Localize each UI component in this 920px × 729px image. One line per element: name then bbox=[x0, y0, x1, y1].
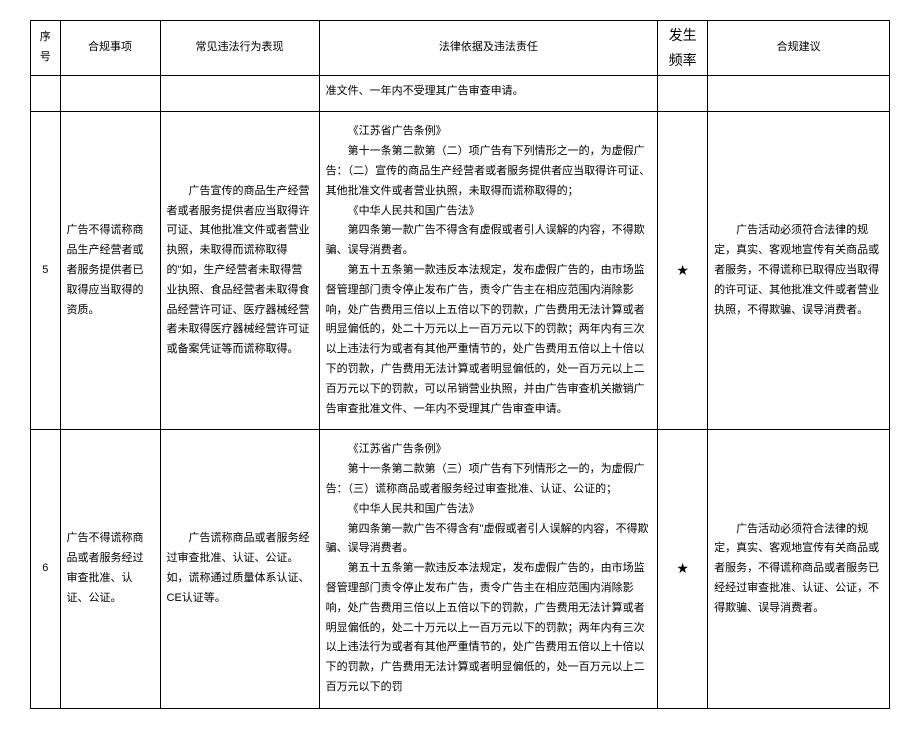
header-advice: 合规建议 bbox=[708, 21, 890, 76]
cont-legal: 准文件、一年内不受理其广告审查申请。 bbox=[319, 76, 658, 112]
legal-p3: 《中华人民共和国广告法》 bbox=[326, 202, 652, 222]
table-row: 6 广告不得谎称商品或者服务经过审查批准、认证、公证。 广告谎称商品或者服务经过… bbox=[31, 430, 890, 708]
legal-p1: 《江苏省广告条例》 bbox=[326, 122, 652, 142]
row-advice: 广告活动必须符合法律的规定，真实、客观地宣传有关商品或者服务，不得谎称已取得应当… bbox=[708, 112, 890, 430]
legal-p2: 第十一条第二款第（二）项广告有下列情形之一的，为虚假广告：（二）宣传的商品生产经… bbox=[326, 142, 652, 201]
header-freq: 发生频率 bbox=[658, 21, 708, 76]
row-behavior: 广告谎称商品或者服务经过审查批准、认证、公证。如，谎称通过质量体系认证、CE认证… bbox=[160, 430, 319, 708]
legal-p4: 第四条第一款广告不得含有"虚假或者引人误解的内容，不得欺骗、误导消费者。 bbox=[326, 520, 652, 560]
row-legal: 《江苏省广告条例》 第十一条第二款第（二）项广告有下列情形之一的，为虚假广告：（… bbox=[319, 112, 658, 430]
row-behavior: 广告宣传的商品生产经营者或者服务提供者应当取得许可证、其他批准文件或者营业执照，… bbox=[160, 112, 319, 430]
cont-seq bbox=[31, 76, 61, 112]
row-freq: ★ bbox=[658, 430, 708, 708]
header-behavior: 常见违法行为表现 bbox=[160, 21, 319, 76]
table-row: 5 广告不得谎称商品生产经营者或者服务提供者已取得应当取得的资质。 广告宣传的商… bbox=[31, 112, 890, 430]
legal-p5: 第五十五条第一款违反本法规定，发布虚假广告的，由市场监督管理部门责令停止发布广告… bbox=[326, 559, 652, 698]
cont-matter bbox=[60, 76, 160, 112]
row-seq: 5 bbox=[31, 112, 61, 430]
legal-p2: 第十一条第二款第（三）项广告有下列情形之一的，为虚假广告：（三）谎称商品或者服务… bbox=[326, 460, 652, 500]
legal-p4: 第四条第一款广告不得含有虚假或者引人误解的内容，不得欺骗、误导消费者。 bbox=[326, 221, 652, 261]
cont-advice bbox=[708, 76, 890, 112]
header-matter: 合规事项 bbox=[60, 21, 160, 76]
header-row: 序号 合规事项 常见违法行为表现 法律依据及违法责任 发生频率 合规建议 bbox=[31, 21, 890, 76]
compliance-table: 序号 合规事项 常见违法行为表现 法律依据及违法责任 发生频率 合规建议 准文件… bbox=[30, 20, 890, 709]
row-matter: 广告不得谎称商品或者服务经过审查批准、认证、公证。 bbox=[60, 430, 160, 708]
legal-p5: 第五十五条第一款违反本法规定，发布虚假广告的，由市场监督管理部门责令停止发布广告… bbox=[326, 261, 652, 419]
advice-text: 广告活动必须符合法律的规定，真实、客观地宣传有关商品或者服务，不得谎称商品或者服… bbox=[714, 520, 883, 619]
row-legal: 《江苏省广告条例》 第十一条第二款第（三）项广告有下列情形之一的，为虚假广告：（… bbox=[319, 430, 658, 708]
legal-p3: 《中华人民共和国广告法》 bbox=[326, 500, 652, 520]
behavior-text: 广告谎称商品或者服务经过审查批准、认证、公证。如，谎称通过质量体系认证、CE认证… bbox=[167, 529, 313, 608]
continuation-row: 准文件、一年内不受理其广告审查申请。 bbox=[31, 76, 890, 112]
advice-text: 广告活动必须符合法律的规定，真实、客观地宣传有关商品或者服务，不得谎称已取得应当… bbox=[714, 221, 883, 320]
header-legal: 法律依据及违法责任 bbox=[319, 21, 658, 76]
row-seq: 6 bbox=[31, 430, 61, 708]
header-seq: 序号 bbox=[31, 21, 61, 76]
cont-freq bbox=[658, 76, 708, 112]
behavior-text: 广告宣传的商品生产经营者或者服务提供者应当取得许可证、其他批准文件或者营业执照，… bbox=[167, 182, 313, 360]
cont-behavior bbox=[160, 76, 319, 112]
row-advice: 广告活动必须符合法律的规定，真实、客观地宣传有关商品或者服务，不得谎称商品或者服… bbox=[708, 430, 890, 708]
legal-p1: 《江苏省广告条例》 bbox=[326, 440, 652, 460]
row-matter: 广告不得谎称商品生产经营者或者服务提供者已取得应当取得的资质。 bbox=[60, 112, 160, 430]
row-freq: ★ bbox=[658, 112, 708, 430]
